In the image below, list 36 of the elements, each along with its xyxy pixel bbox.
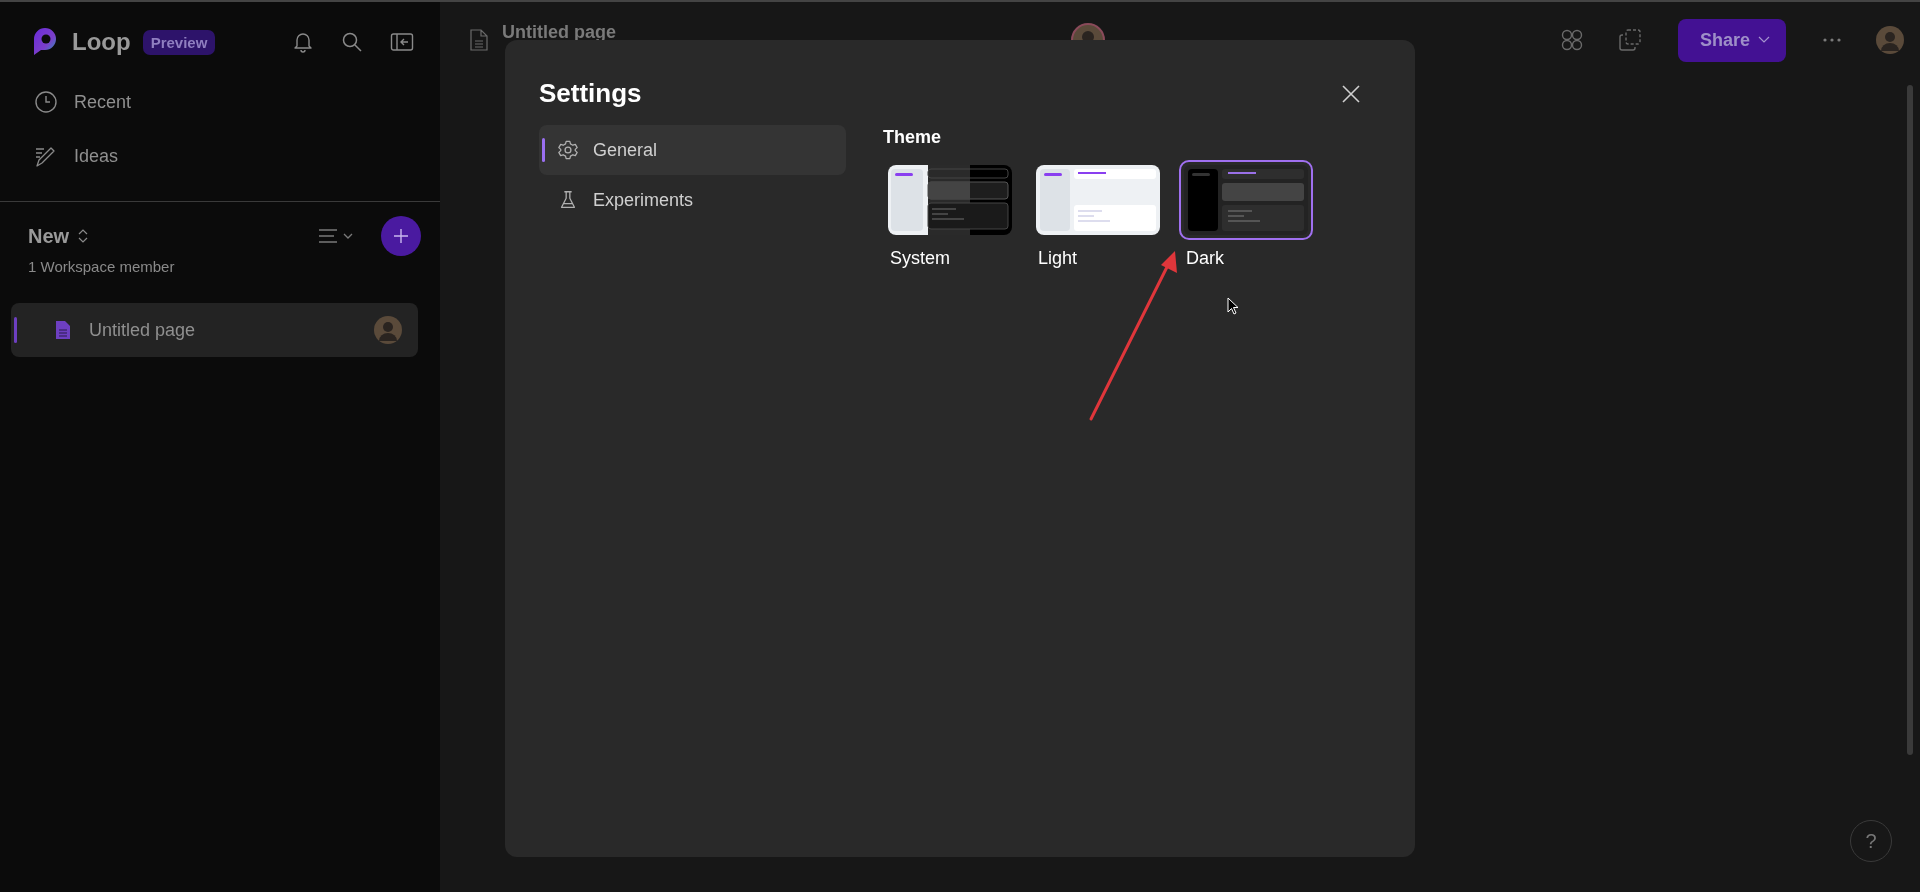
- copy-icon[interactable]: [1618, 28, 1642, 52]
- theme-option[interactable]: [1179, 160, 1313, 240]
- apps-icon[interactable]: [1560, 28, 1584, 52]
- cursor-icon: [1227, 297, 1239, 315]
- add-page-button[interactable]: [381, 216, 421, 256]
- preview-badge: Preview: [142, 29, 216, 55]
- sidebar-nav-item[interactable]: Ideas: [0, 129, 440, 183]
- avatar: [374, 316, 402, 344]
- clock-icon: [34, 90, 58, 114]
- sidebar-nav-item[interactable]: Recent: [0, 75, 440, 129]
- gear-icon: [557, 139, 579, 161]
- app-name: Loop: [72, 28, 131, 56]
- theme-label: Dark: [1186, 248, 1225, 269]
- collapse-sidebar-icon[interactable]: [390, 31, 414, 53]
- page-title: Untitled page: [89, 319, 196, 341]
- chevron-down-icon: [1758, 36, 1770, 44]
- document-icon: [470, 29, 488, 51]
- workspace-name[interactable]: New: [28, 224, 70, 248]
- close-icon[interactable]: [1341, 83, 1361, 104]
- document-icon: [55, 320, 71, 340]
- more-icon[interactable]: [1822, 37, 1842, 43]
- plus-icon: [391, 226, 411, 246]
- section-heading: Theme: [883, 127, 943, 148]
- workspace-members: 1 Workspace member: [27, 257, 176, 275]
- scrollbar[interactable]: [1907, 85, 1913, 755]
- theme-label: System: [890, 248, 951, 269]
- help-button[interactable]: ?: [1850, 820, 1892, 862]
- share-button[interactable]: Share: [1678, 18, 1786, 62]
- dialog-title: Settings: [539, 78, 642, 109]
- settings-nav-item[interactable]: General: [539, 125, 846, 175]
- bell-icon[interactable]: [292, 31, 314, 53]
- search-icon[interactable]: [341, 31, 363, 53]
- page-item[interactable]: Untitled page: [11, 303, 418, 357]
- theme-label: Light: [1038, 248, 1079, 269]
- settings-nav-item[interactable]: Experiments: [539, 175, 846, 225]
- updown-icon[interactable]: [77, 227, 90, 245]
